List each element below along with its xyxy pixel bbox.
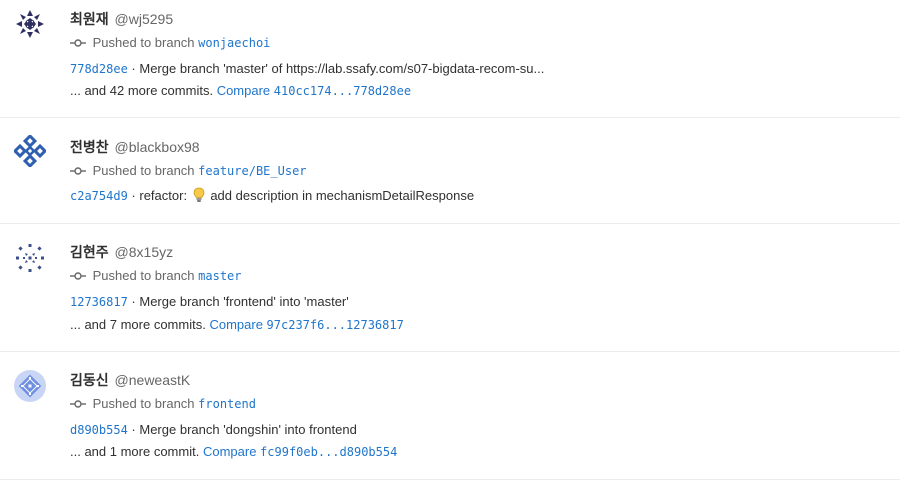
compare-link[interactable]: Compare (209, 317, 262, 332)
commit-icon (70, 38, 86, 47)
commit-prefix: refactor: (139, 188, 188, 203)
identicon-avatar (16, 10, 44, 38)
commit-sha-link[interactable]: 12736817 (70, 295, 128, 309)
author-name[interactable]: 전병찬 (70, 139, 109, 155)
action-text: Pushed to branch (92, 268, 195, 283)
identicon-avatar (16, 244, 44, 272)
avatar[interactable] (14, 8, 46, 40)
more-commits-line: ... and 1 more commit. Compare fc99f0eb.… (70, 444, 397, 459)
event-item: 최원재 @wj5295 Pushed to branch wonjaechoi … (0, 0, 900, 118)
more-commits-text: ... and 7 more commits. (70, 317, 206, 332)
commit-line: c2a754d9 · refactor: add description in … (70, 187, 475, 205)
author-handle[interactable]: @8x15yz (115, 244, 174, 260)
event-item: 김동신 @neweastK Pushed to branch frontend … (0, 352, 900, 480)
author-handle[interactable]: @wj5295 (115, 11, 174, 27)
compare-range-link[interactable]: 410cc174...778d28ee (274, 84, 411, 98)
commit-line: d890b554 · Merge branch 'dongshin' into … (70, 422, 357, 437)
more-commits-text: ... and 1 more commit. (70, 444, 200, 459)
more-commits-line: ... and 7 more commits. Compare 97c237f6… (70, 317, 404, 332)
action-text: Pushed to branch (92, 35, 195, 50)
author-line: 최원재 @wj5295 (70, 9, 173, 29)
author-line: 김동신 @neweastK (70, 370, 190, 390)
commit-message: Merge branch 'master' of https://lab.ssa… (139, 61, 545, 76)
avatar[interactable] (14, 370, 46, 402)
more-commits-text: ... and 42 more commits. (70, 83, 214, 98)
action-text: Pushed to branch (92, 163, 195, 178)
branch-link[interactable]: master (198, 269, 241, 283)
author-name[interactable]: 김현주 (70, 244, 109, 260)
author-name[interactable]: 김동신 (70, 372, 109, 388)
avatar[interactable] (14, 242, 46, 274)
commit-line: 12736817 · Merge branch 'frontend' into … (70, 294, 349, 309)
branch-link[interactable]: wonjaechoi (198, 36, 270, 50)
event-item: 김현주 @8x15yz Pushed to branch master 1273… (0, 224, 900, 352)
branch-link[interactable]: frontend (198, 397, 256, 411)
commit-sha-link[interactable]: d890b554 (70, 423, 128, 437)
more-commits-line: ... and 42 more commits. Compare 410cc17… (70, 83, 411, 98)
commit-icon (70, 271, 86, 280)
compare-range-link[interactable]: fc99f0eb...d890b554 (260, 445, 397, 459)
identicon-avatar (14, 370, 46, 402)
compare-link[interactable]: Compare (203, 444, 256, 459)
commit-sha-link[interactable]: 778d28ee (70, 62, 128, 76)
identicon-avatar (14, 135, 46, 167)
commit-sha-link[interactable]: c2a754d9 (70, 189, 128, 203)
compare-range-link[interactable]: 97c237f6...12736817 (267, 318, 404, 332)
commit-line: 778d28ee · Merge branch 'master' of http… (70, 61, 544, 76)
lightbulb-icon (193, 187, 205, 202)
action-line: Pushed to branch frontend (70, 396, 256, 411)
event-item: 전병찬 @blackbox98 Pushed to branch feature… (0, 118, 900, 224)
action-line: Pushed to branch feature/BE_User (70, 163, 307, 178)
author-line: 김현주 @8x15yz (70, 242, 173, 262)
author-line: 전병찬 @blackbox98 (70, 137, 200, 157)
branch-link[interactable]: feature/BE_User (198, 164, 306, 178)
activity-feed: 최원재 @wj5295 Pushed to branch wonjaechoi … (0, 0, 900, 480)
compare-link[interactable]: Compare (217, 83, 270, 98)
action-line: Pushed to branch wonjaechoi (70, 35, 270, 50)
commit-icon (70, 399, 86, 408)
author-name[interactable]: 최원재 (70, 11, 109, 27)
commit-message: Merge branch 'frontend' into 'master' (139, 294, 349, 309)
author-handle[interactable]: @blackbox98 (115, 139, 200, 155)
commit-message: Merge branch 'dongshin' into frontend (139, 422, 357, 437)
author-handle[interactable]: @neweastK (115, 372, 191, 388)
avatar[interactable] (14, 135, 46, 167)
commit-message: add description in mechanismDetailRespon… (210, 188, 475, 203)
commit-icon (70, 166, 86, 175)
action-text: Pushed to branch (92, 396, 195, 411)
action-line: Pushed to branch master (70, 268, 242, 283)
